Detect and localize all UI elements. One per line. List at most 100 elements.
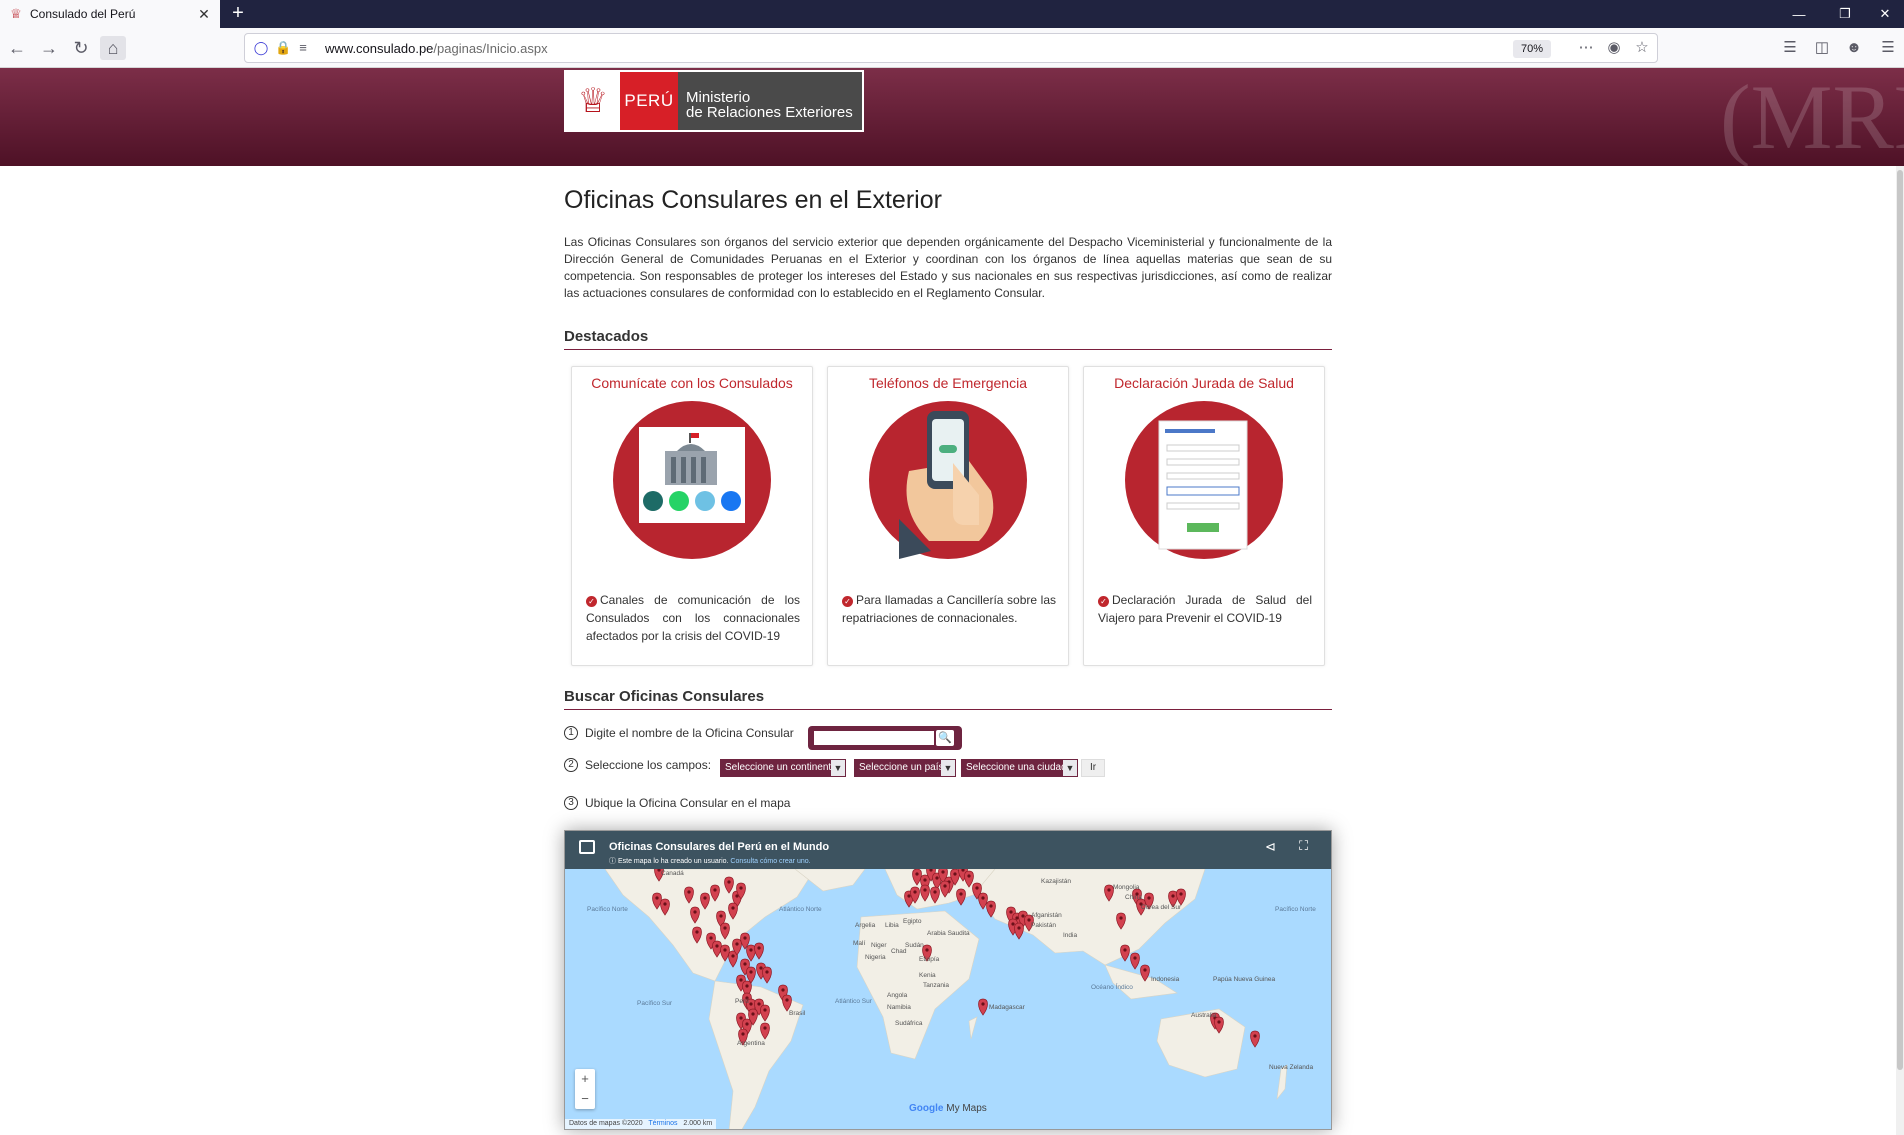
- north-america-land: [604, 869, 816, 982]
- reload-icon[interactable]: ↻: [68, 36, 94, 60]
- map-pin-icon[interactable]: [1120, 944, 1130, 962]
- step-number: 1: [564, 726, 578, 740]
- card-comunicate[interactable]: Comunícate con los Consulados ✓ Canales d…: [571, 366, 813, 666]
- map-label: Sudán: [905, 942, 924, 949]
- map-label: Etiopía: [919, 956, 940, 963]
- map-label: Madagascar: [989, 1004, 1026, 1011]
- logo-peru-text: PERÚ: [620, 72, 678, 130]
- tracking-shield-icon[interactable]: ◯: [253, 40, 269, 56]
- go-button[interactable]: Ir: [1081, 759, 1105, 777]
- peru-shield-icon: ♕: [10, 6, 22, 21]
- back-arrow-icon[interactable]: ←: [4, 36, 30, 60]
- consulate-channels-illustration[interactable]: [613, 401, 771, 559]
- map-subtitle: ⓘ Este mapa lo ha creado un usuario. Con…: [609, 858, 811, 865]
- map-label: Kenia: [919, 972, 936, 979]
- home-icon[interactable]: ⌂: [100, 36, 126, 60]
- map-label: Perú: [735, 998, 749, 1005]
- url-text: www.consulado.pe/paginas/Inicio.aspx: [325, 41, 548, 56]
- map-pin-icon[interactable]: [1130, 952, 1140, 970]
- emergency-phone-illustration[interactable]: [869, 401, 1027, 559]
- check-icon: ✓: [842, 596, 853, 607]
- logo-ministry-text: Ministerio de Relaciones Exteriores: [678, 72, 862, 130]
- sidebar-icon[interactable]: ◫: [1810, 36, 1834, 60]
- map-pin-icon[interactable]: [1014, 922, 1024, 940]
- consular-office-search: 🔍: [808, 726, 962, 750]
- map-label: Indonesia: [1151, 976, 1180, 983]
- insecure-lock-icon[interactable]: 🔒: [275, 40, 291, 56]
- map-label: Tanzania: [923, 982, 949, 989]
- map-terms-link[interactable]: Términos: [648, 1120, 677, 1127]
- close-tab-icon[interactable]: ✕: [196, 6, 212, 23]
- check-icon: ✓: [1098, 596, 1109, 607]
- map-zoom-controls: + −: [575, 1069, 595, 1109]
- page-actions-icon[interactable]: ⋯: [1574, 36, 1598, 60]
- close-window-icon[interactable]: ✕: [1862, 0, 1904, 28]
- health-form-illustration[interactable]: [1125, 401, 1283, 559]
- card-title[interactable]: Teléfonos de Emergencia: [828, 375, 1068, 391]
- menu-hamburger-icon[interactable]: ☰: [1876, 36, 1900, 60]
- search-icon[interactable]: 🔍: [936, 730, 954, 746]
- new-tab-icon[interactable]: +: [226, 2, 250, 26]
- map-label: Pacífico Norte: [1275, 906, 1316, 913]
- card-telefonos[interactable]: Teléfonos de Emergencia ✓ Para llamadas a…: [827, 366, 1069, 666]
- bookmark-star-icon[interactable]: ☆: [1630, 36, 1654, 60]
- map-label: China: [1125, 894, 1142, 901]
- map-label: Corea del Sur: [1141, 904, 1182, 911]
- map-legend-icon[interactable]: [579, 840, 595, 854]
- zoom-level-badge[interactable]: 70%: [1513, 40, 1551, 58]
- map-label: Pacífico Sur: [637, 1000, 673, 1007]
- world-map-canvas[interactable]: Canadá Pacífico Norte Atlántico Norte Pacíf…: [565, 869, 1332, 1130]
- map-label: Afganistán: [1031, 912, 1062, 919]
- continent-select[interactable]: Seleccione un continente ▼: [720, 759, 846, 777]
- australia-land: [1156, 1008, 1246, 1078]
- zoom-out-button[interactable]: −: [575, 1089, 595, 1109]
- map-label: Nueva Zelanda: [1269, 1064, 1313, 1071]
- card-title[interactable]: Declaración Jurada de Salud: [1084, 375, 1324, 391]
- map-pin-icon[interactable]: [1250, 1030, 1260, 1048]
- card-title[interactable]: Comunícate con los Consulados: [572, 375, 812, 391]
- country-select[interactable]: Seleccione un país ▼: [854, 759, 956, 777]
- map-pin-icon[interactable]: [956, 888, 966, 906]
- browser-navbar: ← → ↻ ⌂ ◯ 🔒 ≡ www.consulado.pe/paginas/I…: [0, 28, 1904, 68]
- city-select[interactable]: Seleccione una ciudad ▼: [961, 759, 1078, 777]
- map-label: Argelia: [855, 922, 876, 929]
- account-icon[interactable]: ☻: [1842, 36, 1866, 60]
- consulates-world-map[interactable]: Oficinas Consulares del Perú en el Mundo…: [564, 830, 1332, 1130]
- card-declaracion[interactable]: Declaración Jurada de Salud ✓ Declaración…: [1083, 366, 1325, 666]
- map-pin-icon[interactable]: [978, 998, 988, 1016]
- chevron-down-icon: ▼: [1063, 760, 1077, 776]
- zoom-in-button[interactable]: +: [575, 1069, 595, 1089]
- map-title: Oficinas Consulares del Perú en el Mundo: [609, 841, 830, 853]
- map-label: India: [1063, 932, 1077, 939]
- step-1: 1 Digite el nombre de la Oficina Consula…: [564, 726, 794, 740]
- map-label: Niger: [871, 942, 887, 949]
- pocket-icon[interactable]: ◉: [1602, 36, 1626, 60]
- map-label: Brasil: [789, 1010, 806, 1017]
- page-scrollbar-thumb[interactable]: [1897, 170, 1903, 1070]
- library-icon[interactable]: ☰: [1778, 36, 1802, 60]
- browser-tab-active[interactable]: ♕ Consulado del Perú ✕: [0, 0, 220, 28]
- map-label: Atlántico Sur: [835, 998, 873, 1005]
- tab-title: Consulado del Perú: [30, 7, 136, 21]
- chevron-down-icon: ▼: [831, 760, 845, 776]
- card-text: ✓ Para llamadas a Cancillería sobre las r…: [842, 593, 1056, 625]
- permissions-icon[interactable]: ≡: [295, 40, 311, 56]
- forward-arrow-icon[interactable]: →: [36, 36, 62, 60]
- minimize-window-icon[interactable]: —: [1776, 0, 1822, 28]
- map-label: Canadá: [661, 870, 684, 877]
- map-pin-icon[interactable]: [762, 966, 772, 984]
- map-label: Libia: [885, 922, 899, 929]
- step-label: Seleccione los campos:: [585, 758, 712, 772]
- share-icon[interactable]: ⊲: [1265, 839, 1276, 855]
- map-pin-icon[interactable]: [746, 944, 756, 962]
- map-how-to-link[interactable]: Consulta cómo crear uno.: [730, 858, 810, 865]
- fullscreen-icon[interactable]: ⛶: [1299, 838, 1308, 854]
- ministry-logo[interactable]: ♕ PERÚ Ministerio de Relaciones Exterior…: [564, 70, 864, 132]
- address-bar[interactable]: ◯ 🔒 ≡ www.consulado.pe/paginas/Inicio.as…: [244, 33, 1658, 63]
- step-label: Digite el nombre de la Oficina Consular: [585, 726, 794, 740]
- consular-office-search-input[interactable]: [814, 731, 934, 745]
- map-pin-icon[interactable]: [754, 942, 764, 960]
- map-label: Egipto: [903, 918, 922, 925]
- step-number: 2: [564, 758, 578, 772]
- map-pin-icon[interactable]: [746, 966, 756, 984]
